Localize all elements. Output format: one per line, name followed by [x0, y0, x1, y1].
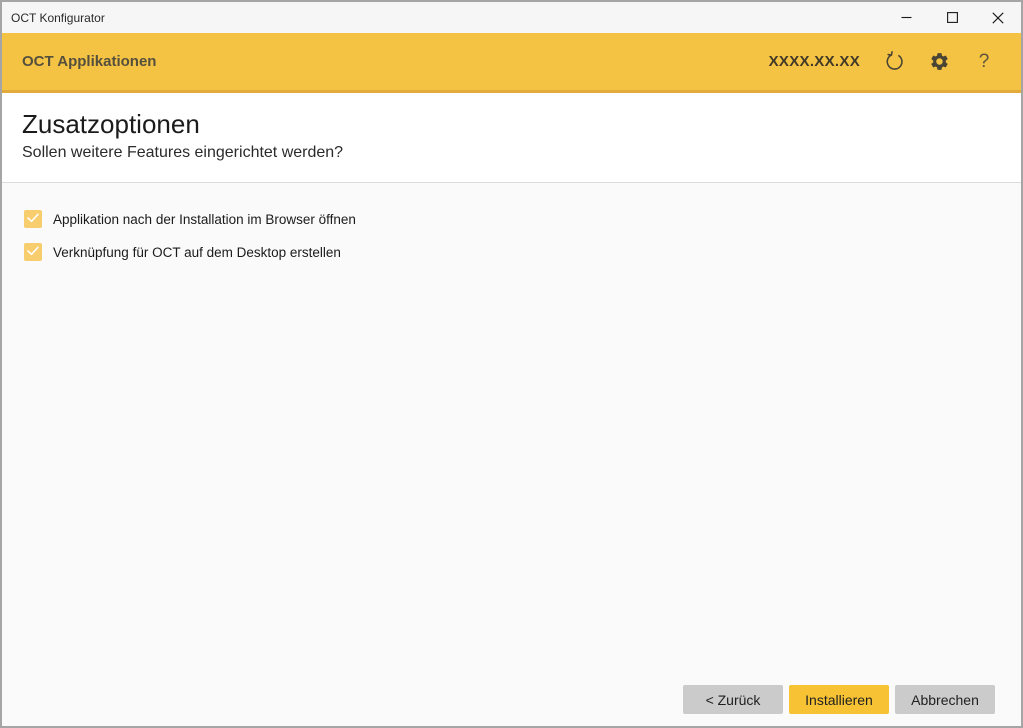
- option-row-open-browser: Applikation nach der Installation im Bro…: [24, 210, 999, 228]
- minimize-icon: [901, 12, 912, 23]
- install-button[interactable]: Installieren: [789, 685, 889, 714]
- page-title: Zusatzoptionen: [22, 107, 1001, 141]
- maximize-icon: [947, 12, 958, 23]
- option-label-desktop-shortcut[interactable]: Verknüpfung für OCT auf dem Desktop erst…: [53, 245, 341, 260]
- checkbox-desktop-shortcut[interactable]: [24, 243, 42, 261]
- titlebar: OCT Konfigurator: [2, 2, 1021, 33]
- option-label-open-browser[interactable]: Applikation nach der Installation im Bro…: [53, 212, 356, 227]
- maximize-button[interactable]: [929, 2, 975, 33]
- close-icon: [992, 12, 1004, 24]
- settings-gear-icon[interactable]: [928, 51, 950, 73]
- installer-window: OCT Konfigurator OCT Applikationen X: [0, 0, 1023, 728]
- page-subtitle: Sollen weitere Features eingerichtet wer…: [22, 144, 1001, 162]
- header-right-group: XXXX.XX.XX ?: [769, 51, 995, 73]
- minimize-button[interactable]: [883, 2, 929, 33]
- refresh-icon[interactable]: [883, 51, 905, 73]
- page-header: Zusatzoptionen Sollen weitere Features e…: [2, 93, 1021, 183]
- option-row-desktop-shortcut: Verknüpfung für OCT auf dem Desktop erst…: [24, 243, 999, 261]
- version-label: XXXX.XX.XX: [769, 53, 860, 70]
- help-icon[interactable]: ?: [973, 51, 995, 73]
- checkbox-open-browser[interactable]: [24, 210, 42, 228]
- check-icon: [27, 243, 39, 261]
- cancel-button[interactable]: Abbrechen: [895, 685, 995, 714]
- window-title: OCT Konfigurator: [11, 11, 105, 25]
- close-button[interactable]: [975, 2, 1021, 33]
- back-button[interactable]: < Zurück: [683, 685, 783, 714]
- footer: < Zurück Installieren Abbrechen: [2, 685, 1021, 726]
- brand-title: OCT Applikationen: [22, 53, 156, 70]
- options-list: Applikation nach der Installation im Bro…: [2, 183, 1021, 685]
- check-icon: [27, 210, 39, 228]
- app-header: OCT Applikationen XXXX.XX.XX ?: [2, 33, 1021, 93]
- help-glyph: ?: [979, 52, 990, 71]
- window-controls: [883, 2, 1021, 33]
